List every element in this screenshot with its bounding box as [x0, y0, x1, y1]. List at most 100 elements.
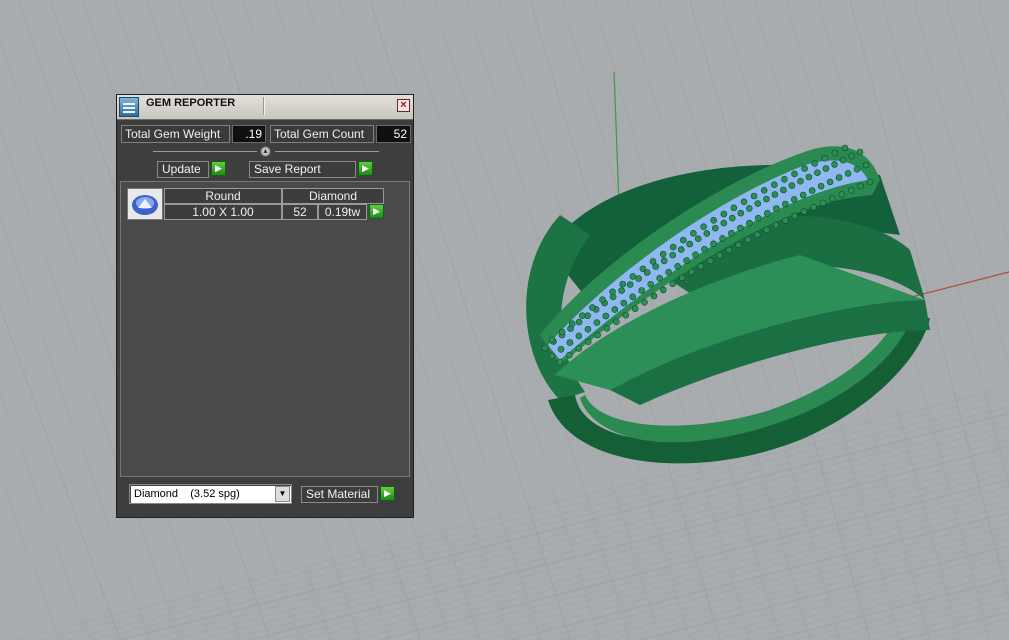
gem-bead [744, 236, 752, 243]
gem-bead [763, 195, 770, 203]
gem-bead [750, 192, 758, 200]
gem-bead [589, 304, 596, 311]
gem-bead [594, 331, 601, 339]
gem-bead [641, 298, 648, 306]
gem-bead [575, 345, 583, 352]
gem-bead [679, 236, 687, 244]
gem-bead [706, 257, 714, 265]
gem-bead [719, 235, 726, 242]
save-report-button[interactable]: Save Report [249, 161, 356, 178]
total-gem-weight-label: Total Gem Weight [121, 125, 230, 143]
gem-bead [821, 154, 829, 162]
save-report-arrow-icon[interactable]: ▶ [358, 161, 373, 176]
gem-bead [603, 324, 611, 332]
gem-bead [660, 257, 668, 265]
gem-bead [620, 299, 628, 307]
gem-bead [857, 182, 864, 190]
gem-bead [848, 152, 855, 160]
grid-line [977, 0, 1009, 124]
gem-bead [548, 336, 556, 344]
gem-bead [780, 186, 787, 194]
gem-bead [692, 251, 699, 259]
gem-bead [650, 292, 658, 300]
gem-bead [737, 209, 745, 217]
gem-bead [659, 286, 667, 294]
gem-bead [710, 240, 717, 248]
gem-bead [584, 325, 592, 333]
set-material-arrow-icon[interactable]: ▶ [380, 486, 395, 501]
gem-bead [720, 210, 728, 218]
gem-bead [629, 273, 637, 280]
panel-title: GEM REPORTER [146, 97, 236, 109]
gem-bead [754, 214, 762, 222]
update-button[interactable]: Update [157, 161, 209, 178]
gem-bead [557, 345, 565, 353]
gem-bead [735, 241, 742, 249]
gem-bead [703, 230, 711, 237]
gem-bead [619, 280, 627, 288]
gem-bead [839, 156, 847, 164]
gem-bead [686, 240, 694, 248]
gem-bead [566, 339, 574, 346]
gem-bead [800, 208, 808, 215]
gem-bead [593, 319, 601, 326]
gem-bead [808, 187, 816, 194]
gem-bead [611, 306, 619, 313]
gem-bead [669, 280, 677, 288]
gem-list: Round Diamond 1.00 X 1.00 52 0.19tw ▶ [120, 181, 410, 477]
panel-titlebar[interactable]: GEM REPORTER × [117, 95, 413, 120]
gem-bead [618, 287, 625, 294]
gem-bead [674, 262, 681, 270]
close-icon[interactable]: × [397, 99, 410, 112]
gem-bead [694, 235, 702, 242]
gem-bead [772, 205, 780, 212]
gem-bead [622, 311, 630, 319]
gem-bead [740, 198, 748, 206]
collapse-toggle-icon[interactable]: ▲ [260, 146, 271, 157]
gem-bead [669, 251, 677, 259]
gem-bead [688, 268, 695, 276]
grid-line [0, 304, 121, 640]
chevron-down-icon[interactable]: ▼ [275, 486, 290, 502]
gem-bead [745, 205, 753, 212]
gem-bead [631, 305, 639, 313]
gem-bead [609, 288, 616, 296]
gem-bead [826, 178, 834, 186]
gem-row-arrow-icon[interactable]: ▶ [369, 204, 384, 219]
gem-bead [647, 280, 655, 288]
update-arrow-icon[interactable]: ▶ [211, 161, 226, 176]
gem-bead [805, 173, 813, 181]
gem-bead [638, 287, 646, 294]
gem-count-cell: 52 [282, 204, 318, 220]
set-material-button[interactable]: Set Material [301, 486, 378, 503]
gem-bead [814, 169, 821, 176]
gem-bead [763, 226, 771, 234]
gem-bead [665, 268, 672, 276]
gem-size-cell: 1.00 X 1.00 [164, 204, 282, 220]
gem-bead [856, 148, 864, 156]
gem-bead [599, 296, 606, 304]
material-select-value: Diamond (3.52 spg) [134, 488, 240, 500]
gem-bead [772, 221, 780, 229]
gem-material-cell: Diamond [282, 188, 384, 204]
gem-bead [819, 199, 827, 207]
grid-line [925, 618, 1009, 640]
gem-bead [602, 312, 610, 320]
gem-weight-cell: 0.19tw [318, 204, 367, 220]
gem-bead [831, 161, 838, 168]
material-select[interactable]: Diamond (3.52 spg) ▼ [129, 484, 292, 504]
gem-bead [730, 204, 738, 212]
gem-bead [649, 258, 657, 265]
gem-bead [728, 214, 736, 222]
gem-bead [635, 275, 642, 282]
gem-bead [770, 181, 778, 188]
total-gem-count-value: 52 [376, 125, 411, 143]
grid-line [945, 0, 1009, 248]
divider-right [275, 151, 379, 152]
gem-bead [811, 160, 819, 167]
gem-bead [669, 243, 677, 251]
gem-bead [575, 332, 583, 340]
gem-bead [746, 219, 753, 227]
gem-bead [753, 231, 761, 238]
gem-bead [629, 293, 637, 301]
